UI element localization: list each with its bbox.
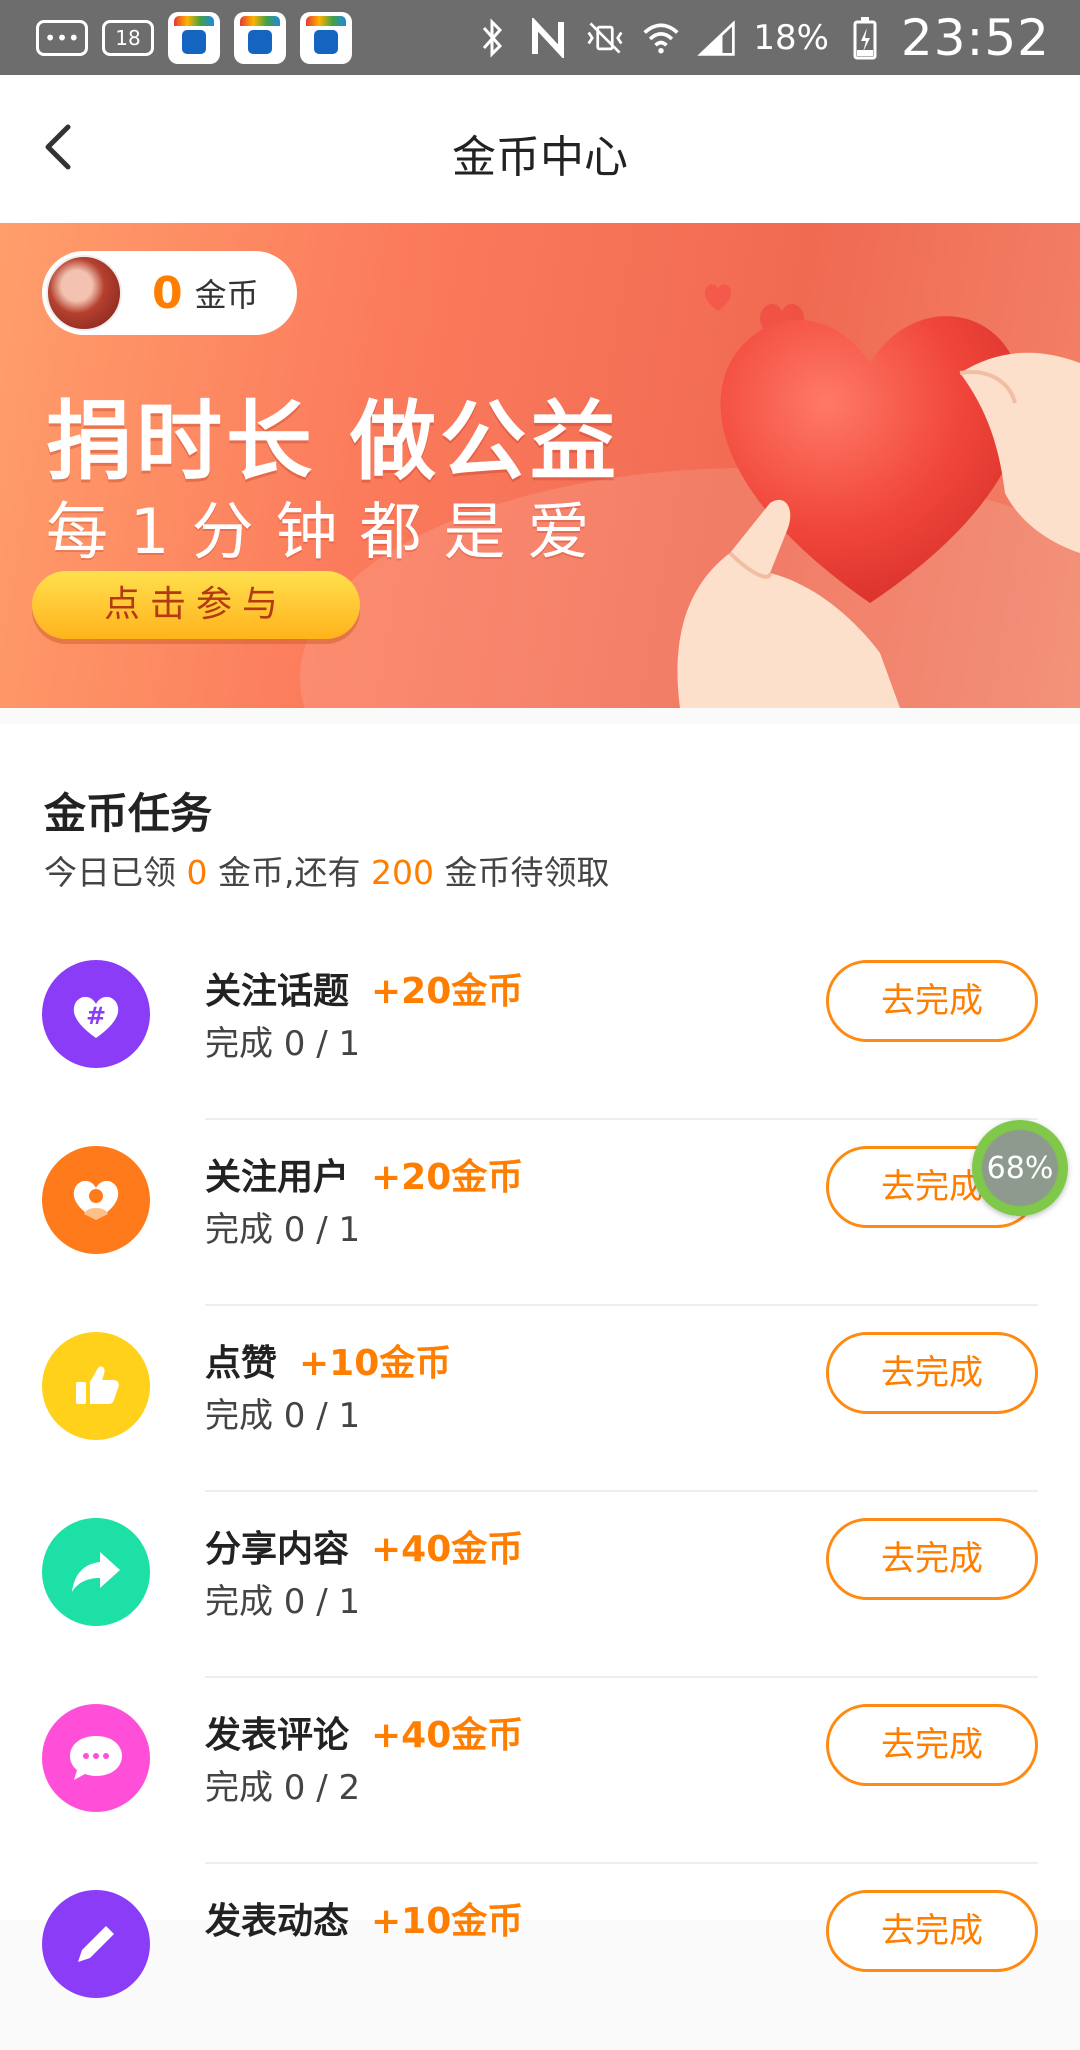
task-reward: +20金币 [371,1157,524,1198]
task-row-post: 发表动态 +10金币 去完成 [0,1864,1080,2050]
task-progress: 完成 0 / 1 [205,1024,361,1064]
task-progress: 完成 0 / 1 [205,1582,361,1622]
clock: 23:52 [900,8,1050,67]
task-title: 发表动态 +10金币 [205,1901,524,1942]
baidu-app-icon [234,12,286,64]
task-reward: +40金币 [371,1715,524,1756]
floating-memory-ball[interactable]: 68% [972,1120,1068,1216]
claimed-coins: 0 [186,853,208,892]
notification-count-badge: 18 [102,20,154,56]
heart-hands-illustration [677,316,1080,708]
task-progress: 完成 0 / 1 [205,1396,361,1436]
participate-button[interactable]: 点击参与 [32,571,360,639]
task-row-follow-user: 关注用户 +20金币 完成 0 / 1 去完成 [0,1120,1080,1306]
status-bar: ••• 18 18% 23:52 [0,0,1080,75]
battery-percent: 18% [753,17,829,58]
vibrate-mute-icon [585,18,625,58]
bluetooth-icon [473,17,513,58]
task-reward: +40金币 [371,1529,524,1570]
comment-bubble-icon [42,1704,150,1812]
banner-headline: 捐时长 做公益 [46,392,620,492]
task-row-like: 点赞 +10金币 完成 0 / 1 去完成 [0,1306,1080,1492]
task-title: 发表评论 +40金币 [205,1715,524,1756]
section-title: 金币任务 [44,789,213,838]
coin-summary: 今日已领 0 金币,还有 200 金币待领取 [44,846,610,894]
more-notifications-icon: ••• [36,20,88,56]
summary-suffix: 金币待领取 [444,853,610,892]
task-progress: 完成 0 / 1 [205,1210,361,1250]
share-arrow-icon [42,1518,150,1626]
task-complete-button[interactable]: 去完成 [826,960,1038,1042]
task-row-share: 分享内容 +40金币 完成 0 / 1 去完成 [0,1492,1080,1678]
task-complete-button[interactable]: 去完成 [826,1704,1038,1786]
nfc-icon [529,17,569,58]
task-complete-button[interactable]: 去完成 [826,1890,1038,1972]
signal-icon [697,18,737,58]
wifi-icon [641,18,681,58]
avatar [46,255,122,331]
page-title: 金币中心 [452,132,628,183]
task-row-comment: 发表评论 +40金币 完成 0 / 2 去完成 [0,1678,1080,1864]
svg-text:#: # [86,1002,106,1030]
coin-balance-value: 0 [152,267,183,319]
thumbs-up-icon [42,1332,150,1440]
task-progress: 完成 0 / 2 [205,1768,361,1808]
task-title: 分享内容 +40金币 [205,1529,524,1570]
battery-charging-icon [845,16,885,59]
task-title: 关注用户 +20金币 [205,1157,524,1198]
coin-balance-unit: 金币 [194,276,259,314]
task-reward: +10金币 [371,1901,524,1942]
pending-coins: 200 [371,853,434,892]
banner-subline: 每1分钟都是爱 [46,495,612,568]
task-title: 关注话题 +20金币 [205,971,524,1012]
pencil-icon [42,1890,150,1998]
coin-tasks-section: 金币任务 今日已领 0 金币,还有 200 金币待领取 # 关注话题 +20金币 … [0,724,1080,1998]
task-title: 点赞 +10金币 [205,1343,452,1384]
baidu-app-icon [168,12,220,64]
task-complete-button[interactable]: 去完成 [826,1332,1038,1414]
top-navigation-bar: 金币中心 [0,75,1080,223]
task-row-follow-topic: # 关注话题 +20金币 完成 0 / 1 去完成 [0,934,1080,1120]
coin-balance-pill[interactable]: 0 金币 [42,251,297,335]
task-reward: +10金币 [299,1343,452,1384]
task-complete-button[interactable]: 去完成 [826,1518,1038,1600]
task-reward: +20金币 [371,971,524,1012]
baidu-app-icon [300,12,352,64]
summary-middle: 金币,还有 [218,853,361,892]
charity-banner[interactable]: 0 金币 捐时长 做公益 每1分钟都是爱 点击参与 [0,223,1080,708]
user-heart-icon [42,1146,150,1254]
summary-prefix: 今日已领 [44,853,176,892]
hashtag-heart-icon: # [42,960,150,1068]
